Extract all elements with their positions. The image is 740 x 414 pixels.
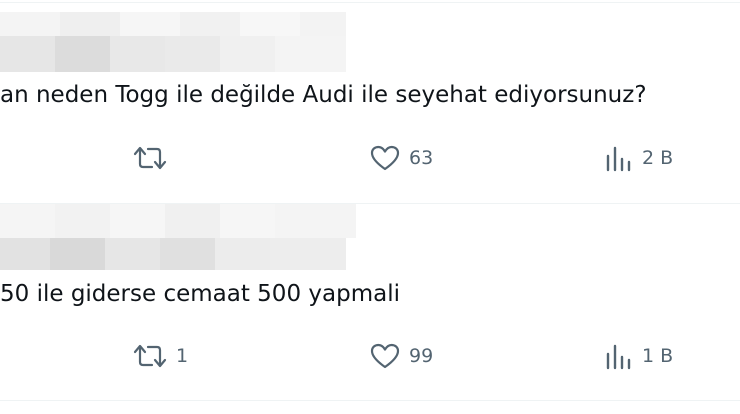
retweet-icon — [133, 344, 167, 368]
tweet-text: an neden Togg ile değilde Audi ile seyeh… — [0, 82, 647, 108]
retweet-button[interactable] — [132, 144, 176, 172]
views-icon — [606, 146, 631, 172]
blurred-user-handle — [0, 238, 346, 270]
like-button[interactable]: 99 — [369, 342, 433, 370]
top-divider — [0, 2, 740, 3]
retweet-icon — [133, 146, 167, 170]
like-count: 99 — [409, 345, 434, 367]
like-button[interactable]: 63 — [369, 144, 433, 172]
heart-icon — [370, 145, 400, 171]
retweet-button[interactable]: 1 — [132, 342, 188, 370]
heart-icon — [370, 343, 400, 369]
views-button[interactable]: 1 B — [604, 342, 673, 370]
views-count: 2 B — [642, 147, 674, 169]
views-count: 1 B — [642, 345, 674, 367]
blurred-user-header — [0, 204, 356, 238]
views-button[interactable]: 2 B — [604, 144, 673, 172]
blurred-user-handle — [0, 36, 346, 72]
views-icon — [606, 344, 631, 370]
bottom-divider — [0, 400, 740, 401]
tweet-text: 50 ile giderse cemaat 500 yapmali — [0, 281, 400, 307]
like-count: 63 — [409, 147, 434, 169]
blurred-user-header — [0, 12, 346, 36]
retweet-count: 1 — [176, 345, 189, 367]
